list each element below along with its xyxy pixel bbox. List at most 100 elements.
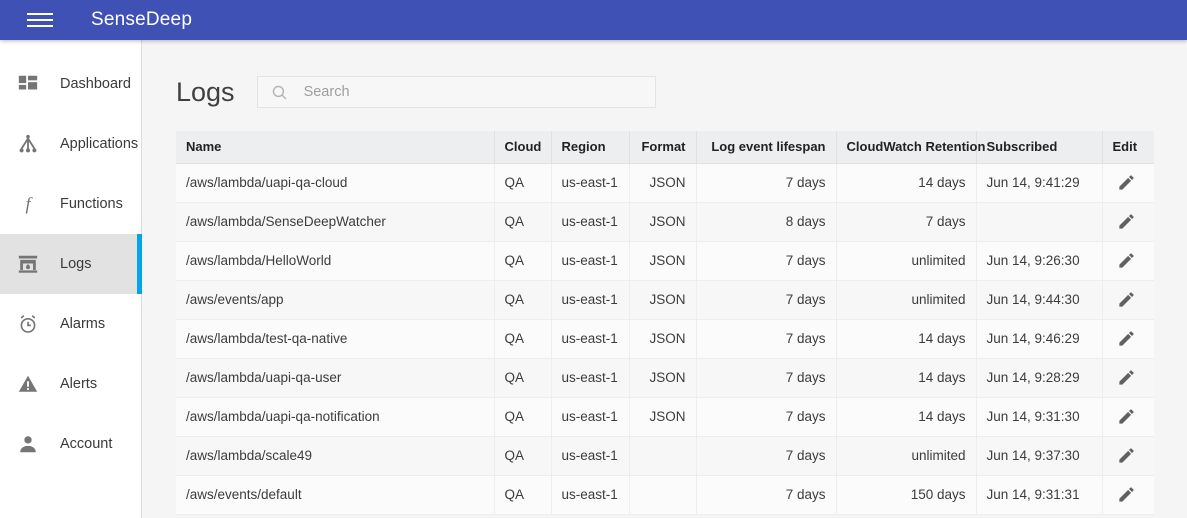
sidebar-item-label: Alerts [60, 376, 98, 392]
cell-format: JSON [629, 280, 697, 320]
cell-edit [1102, 475, 1154, 515]
table-header: Name Cloud Region Format Log event lifes… [176, 131, 1154, 164]
sidebar-item-functions[interactable]: f Functions [0, 174, 141, 234]
cell-name: /aws/lambda/uapi-qa-cloud [176, 163, 495, 203]
cell-subscribed [976, 202, 1103, 242]
table-row[interactable]: /aws/events/default QA us-east-1 7 days 150 … [176, 475, 1154, 515]
sidebar-item-applications[interactable]: Applications [0, 114, 141, 174]
cell-edit [1102, 319, 1154, 359]
table-row[interactable]: /aws/lambda/scale49 QA us-east-1 7 days unli… [176, 436, 1154, 476]
cell-format [629, 475, 697, 515]
cell-format: JSON [629, 241, 697, 281]
sidebar-item-alerts[interactable]: Alerts [0, 354, 141, 414]
search-input[interactable] [303, 84, 644, 100]
search-icon [271, 84, 288, 101]
sidebar-item-account[interactable]: Account [0, 414, 141, 474]
person-icon [14, 430, 42, 458]
cell-lifespan: 7 days [696, 475, 837, 515]
cell-region: us-east-1 [551, 241, 630, 281]
sidebar: Dashboard Applications f Functions Logs … [0, 40, 142, 518]
hamburger-menu-icon[interactable] [27, 10, 53, 30]
cell-cloud: QA [494, 358, 552, 398]
edit-pencil-icon[interactable] [1117, 212, 1136, 231]
cell-edit [1102, 358, 1154, 398]
cell-retention: 14 days [836, 397, 977, 437]
cell-lifespan: 7 days [696, 319, 837, 359]
cell-region: us-east-1 [551, 397, 630, 437]
cell-cloud: QA [494, 280, 552, 320]
column-header-region[interactable]: Region [551, 131, 630, 164]
cell-format [629, 436, 697, 476]
sidebar-item-alarms[interactable]: Alarms [0, 294, 141, 354]
cell-region: us-east-1 [551, 358, 630, 398]
edit-pencil-icon[interactable] [1117, 485, 1136, 504]
cell-retention: 14 days [836, 358, 977, 398]
edit-pencil-icon[interactable] [1117, 251, 1136, 270]
cell-format: JSON [629, 397, 697, 437]
sidebar-item-label: Functions [60, 196, 123, 212]
cell-subscribed: Jun 14, 9:46:29 [976, 319, 1103, 359]
table-row[interactable]: /aws/lambda/uapi-qa-notification QA us-eas… [176, 397, 1154, 437]
edit-pencil-icon[interactable] [1117, 446, 1136, 465]
table-body: /aws/lambda/uapi-qa-cloud QA us-east-1 JSON… [176, 163, 1154, 515]
sidebar-item-label: Logs [60, 256, 92, 272]
edit-pencil-icon[interactable] [1117, 173, 1136, 192]
cell-edit [1102, 202, 1154, 242]
hierarchy-icon [14, 130, 42, 158]
table-row[interactable]: /aws/lambda/HelloWorld QA us-east-1 JSON 7 d… [176, 241, 1154, 281]
cell-edit [1102, 280, 1154, 320]
cell-name: /aws/events/app [176, 280, 495, 320]
dashboard-icon [14, 70, 42, 98]
cell-region: us-east-1 [551, 280, 630, 320]
cell-subscribed: Jun 14, 9:31:30 [976, 397, 1103, 437]
cell-edit [1102, 397, 1154, 437]
table-row[interactable]: /aws/lambda/test-qa-native QA us-east-1 JSO… [176, 319, 1154, 359]
cell-region: us-east-1 [551, 319, 630, 359]
cell-cloud: QA [494, 163, 552, 203]
column-header-cloud[interactable]: Cloud [494, 131, 552, 164]
edit-pencil-icon[interactable] [1117, 368, 1136, 387]
cell-format: JSON [629, 358, 697, 398]
cell-region: us-east-1 [551, 202, 630, 242]
sidebar-item-dashboard[interactable]: Dashboard [0, 54, 141, 114]
cell-lifespan: 7 days [696, 358, 837, 398]
edit-pencil-icon[interactable] [1117, 329, 1136, 348]
cell-retention: 150 days [836, 475, 977, 515]
cell-edit [1102, 436, 1154, 476]
alarm-clock-icon [14, 310, 42, 338]
cell-name: /aws/lambda/test-qa-native [176, 319, 495, 359]
edit-pencil-icon[interactable] [1117, 407, 1136, 426]
search-box[interactable] [256, 76, 656, 108]
column-header-retention[interactable]: CloudWatch Retention [836, 131, 985, 164]
edit-pencil-icon[interactable] [1117, 290, 1136, 309]
table-row[interactable]: /aws/lambda/uapi-qa-cloud QA us-east-1 JSON… [176, 163, 1154, 203]
cell-retention: unlimited [836, 280, 977, 320]
table-row[interactable]: /aws/lambda/SenseDeepWatcher QA us-east-1 J… [176, 202, 1154, 242]
cell-cloud: QA [494, 319, 552, 359]
logs-table: Name Cloud Region Format Log event lifes… [176, 131, 1154, 515]
cell-lifespan: 7 days [696, 241, 837, 281]
cell-edit [1102, 241, 1154, 281]
cell-cloud: QA [494, 202, 552, 242]
cell-cloud: QA [494, 241, 552, 281]
cell-lifespan: 7 days [696, 436, 837, 476]
cell-name: /aws/lambda/SenseDeepWatcher [176, 202, 495, 242]
cell-subscribed: Jun 14, 9:26:30 [976, 241, 1103, 281]
table-row[interactable]: /aws/events/app QA us-east-1 JSON 7 days unli… [176, 280, 1154, 320]
column-header-subscribed[interactable]: Subscribed [976, 131, 1103, 164]
column-header-format[interactable]: Format [629, 131, 697, 164]
column-header-lifespan[interactable]: Log event lifespan [696, 131, 837, 164]
cell-subscribed: Jun 14, 9:37:30 [976, 436, 1103, 476]
cell-format: JSON [629, 202, 697, 242]
column-header-edit[interactable]: Edit [1102, 131, 1154, 164]
table-row[interactable]: /aws/lambda/uapi-qa-user QA us-east-1 JSON 7… [176, 358, 1154, 398]
cell-name: /aws/lambda/uapi-qa-user [176, 358, 495, 398]
warning-triangle-icon [14, 370, 42, 398]
cell-subscribed: Jun 14, 9:44:30 [976, 280, 1103, 320]
sidebar-item-logs[interactable]: Logs [0, 234, 142, 294]
cell-name: /aws/events/default [176, 475, 495, 515]
app-bar: SenseDeep [0, 0, 1187, 40]
table-header-row: Name Cloud Region Format Log event lifes… [176, 131, 1154, 164]
column-header-name[interactable]: Name [176, 131, 495, 164]
fireplace-icon [14, 250, 42, 278]
